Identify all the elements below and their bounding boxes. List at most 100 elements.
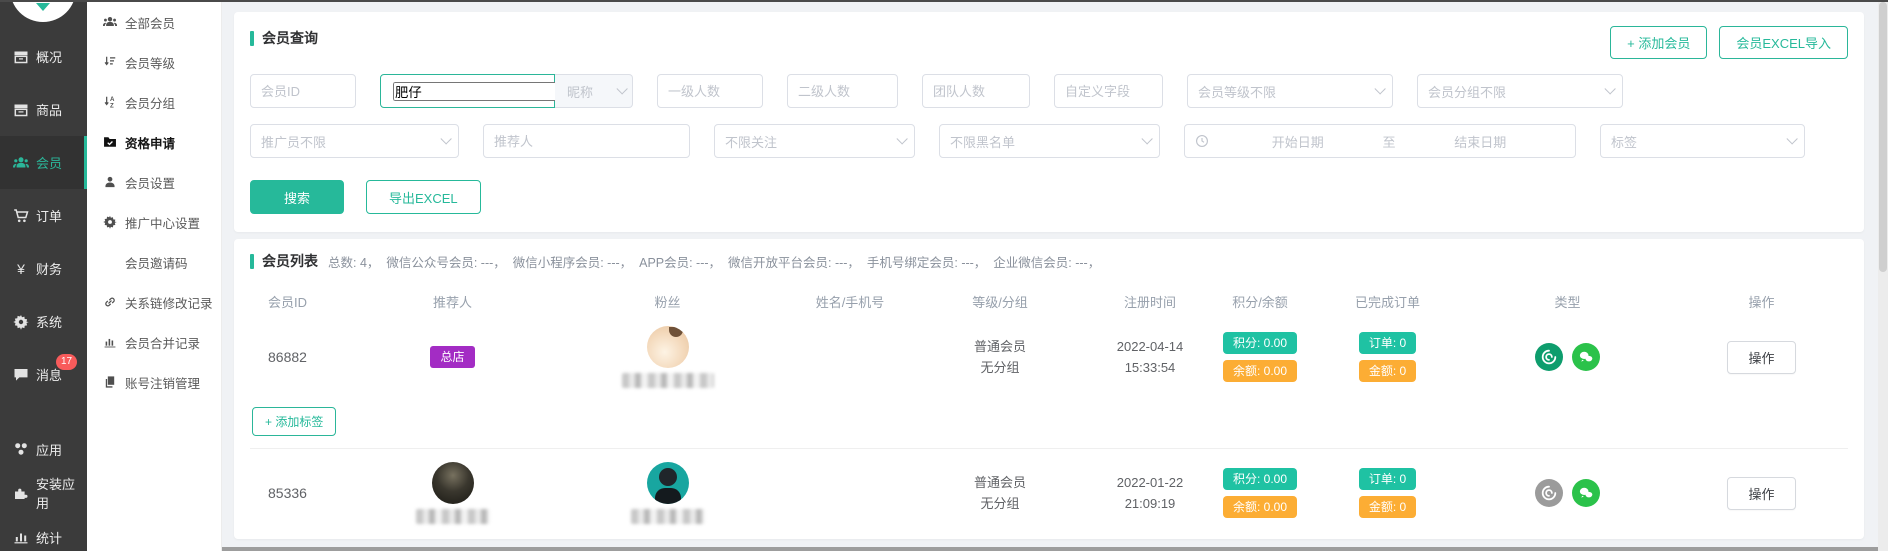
- nav-item-system[interactable]: 系统: [0, 295, 87, 348]
- follow-select[interactable]: 不限关注: [714, 124, 915, 158]
- add-member-button[interactable]: + 添加会员: [1610, 26, 1707, 59]
- vertical-scrollbar[interactable]: [1878, 0, 1888, 551]
- keyword-input[interactable]: [393, 82, 574, 101]
- member-id: 86882: [250, 349, 365, 365]
- overview-icon: [13, 49, 29, 65]
- submenu-item-invite-code[interactable]: 会员邀请码: [87, 242, 221, 282]
- open-platform-circle-icon[interactable]: [1535, 343, 1563, 371]
- bar-chart-icon: [103, 335, 117, 349]
- referrer-cell: [365, 462, 540, 524]
- member-id: 85336: [250, 485, 365, 501]
- tag-value: 标签: [1611, 132, 1637, 151]
- team-count-field: [922, 74, 1030, 108]
- amount-badge: 金额: 0: [1359, 360, 1416, 382]
- chevron-down-icon: [1141, 133, 1152, 144]
- level1-count-input[interactable]: [668, 84, 752, 99]
- col-member-id: 会员ID: [250, 292, 365, 311]
- export-excel-button[interactable]: 导出EXCEL: [366, 180, 481, 214]
- gear-icon: [13, 314, 29, 330]
- member-group: 无分组: [980, 496, 1019, 511]
- submenu-item-member-levels[interactable]: 会员等级: [87, 42, 221, 82]
- search-button[interactable]: 搜索: [250, 180, 344, 214]
- nav-item-messages[interactable]: 消息 17: [0, 348, 87, 401]
- submenu-label: 会员分组: [125, 93, 175, 112]
- member-level-value: 会员等级不限: [1198, 82, 1276, 101]
- cat-avatar[interactable]: [647, 326, 689, 368]
- keyword-type-select[interactable]: 昵称: [555, 74, 633, 108]
- excel-import-button[interactable]: 会员EXCEL导入: [1719, 26, 1848, 59]
- referrer-cell: 总店: [365, 346, 540, 368]
- nav-label: 概况: [36, 47, 62, 66]
- member-stats: 总数: 4， 微信公众号会员: ---， 微信小程序会员: ---， APP会员…: [328, 252, 1100, 271]
- member-level-select[interactable]: 会员等级不限: [1187, 74, 1393, 108]
- date-end[interactable]: 结束日期: [1396, 132, 1566, 151]
- row-action-button[interactable]: 操作: [1727, 477, 1795, 510]
- horizontal-scrollbar[interactable]: [222, 547, 1878, 551]
- chat-icon: [13, 367, 29, 383]
- row-action-button[interactable]: 操作: [1727, 341, 1795, 374]
- referrer-input[interactable]: [494, 134, 679, 149]
- submenu-item-promotion-center-settings[interactable]: 推广中心设置: [87, 202, 221, 242]
- nav-item-statistics[interactable]: 统计: [0, 515, 87, 551]
- nav-item-members[interactable]: 会员: [0, 136, 87, 189]
- date-start[interactable]: 开始日期: [1213, 132, 1383, 151]
- custom-field-input[interactable]: [1065, 84, 1152, 99]
- submenu-item-all-members[interactable]: 全部会员: [87, 2, 221, 42]
- nav-spacer: [0, 401, 87, 427]
- col-reg-time: 注册时间: [1095, 292, 1205, 311]
- submenu-item-relation-chain-log[interactable]: 关系链修改记录: [87, 282, 221, 322]
- sort-level-icon: [103, 55, 117, 69]
- type-cell: [1460, 479, 1675, 507]
- wechat-circle-icon[interactable]: [1572, 343, 1600, 371]
- scrollbar-thumb[interactable]: [1879, 2, 1887, 272]
- submenu-item-member-settings[interactable]: 会员设置: [87, 162, 221, 202]
- dark-portrait-avatar[interactable]: [432, 462, 474, 504]
- member-level: 普通会员: [974, 339, 1026, 354]
- member-id-input[interactable]: [261, 84, 345, 99]
- chevron-down-icon: [1374, 83, 1385, 94]
- wechat-circle-icon[interactable]: [1572, 479, 1600, 507]
- level2-count-input[interactable]: [798, 84, 887, 99]
- actions-cell: 操作: [1675, 341, 1848, 374]
- submenu-item-merge-records[interactable]: 会员合并记录: [87, 322, 221, 362]
- col-fans: 粉丝: [540, 292, 795, 311]
- promoter-select[interactable]: 推广员不限: [250, 124, 459, 158]
- reg-date: 2022-04-14: [1117, 339, 1184, 354]
- blacklist-select[interactable]: 不限黑名单: [939, 124, 1160, 158]
- submenu-item-qualification-apply[interactable]: 资格申请: [87, 122, 221, 162]
- nav-item-finance[interactable]: ¥ 财务: [0, 242, 87, 295]
- orders-cell: 订单: 0 金额: 0: [1315, 332, 1460, 382]
- teal-portrait-avatar[interactable]: [647, 462, 689, 504]
- members-icon: [13, 155, 29, 171]
- nav-item-orders[interactable]: 订单: [0, 189, 87, 242]
- group-people-icon: [103, 15, 117, 29]
- team-count-input[interactable]: [933, 84, 1019, 99]
- tag-select[interactable]: 标签: [1600, 124, 1805, 158]
- nav-item-install-apps[interactable]: 安装应用: [0, 471, 87, 515]
- member-group-select[interactable]: 会员分组不限: [1417, 74, 1623, 108]
- level-group-cell: 普通会员 无分组: [905, 472, 1095, 515]
- person-icon: [103, 175, 117, 189]
- code-icon: [103, 255, 117, 269]
- add-tag-button[interactable]: + 添加标签: [252, 407, 336, 436]
- col-type: 类型: [1460, 292, 1675, 311]
- nav-label: 订单: [36, 206, 62, 225]
- submenu-label: 账号注销管理: [125, 373, 200, 392]
- date-range-picker[interactable]: 开始日期 至 结束日期: [1184, 124, 1576, 158]
- nav-item-products[interactable]: 商品: [0, 83, 87, 136]
- nav-item-overview[interactable]: 概况: [0, 30, 87, 83]
- chevron-down-icon: [1604, 83, 1615, 94]
- svg-text:Z: Z: [110, 103, 114, 109]
- orders-badge: 订单: 0: [1359, 332, 1416, 354]
- nav-item-apps[interactable]: 应用: [0, 427, 87, 471]
- tag-row: + 添加标签: [250, 401, 1848, 448]
- title-accent-bar: [250, 254, 254, 269]
- submenu-item-account-cancellation[interactable]: 账号注销管理: [87, 362, 221, 402]
- keyword-type-value: 昵称: [567, 82, 593, 101]
- points-badge: 积分: 0.00: [1223, 468, 1297, 490]
- chevron-down-icon: [616, 83, 627, 94]
- points-balance-cell: 积分: 0.00 余额: 0.00: [1205, 332, 1315, 382]
- open-platform-circle-gray-icon[interactable]: [1535, 479, 1563, 507]
- col-actions: 操作: [1675, 292, 1848, 311]
- submenu-item-member-groups[interactable]: AZ 会员分组: [87, 82, 221, 122]
